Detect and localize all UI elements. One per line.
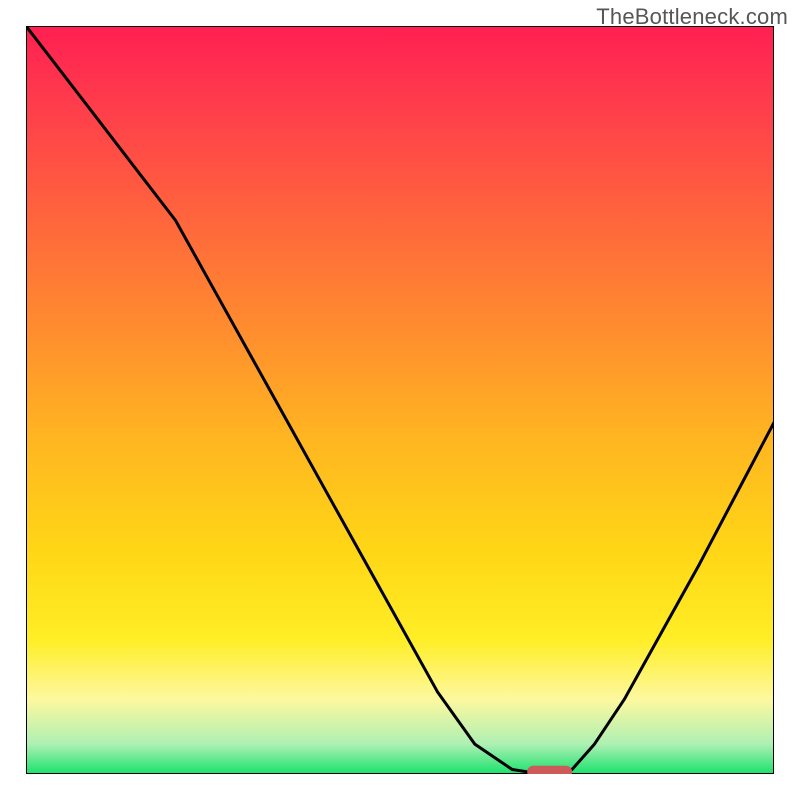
chart-svg	[26, 26, 774, 774]
gradient-rect	[26, 26, 774, 774]
chart-container: TheBottleneck.com	[0, 0, 800, 800]
plot-area	[26, 26, 774, 774]
target-marker	[527, 766, 572, 774]
